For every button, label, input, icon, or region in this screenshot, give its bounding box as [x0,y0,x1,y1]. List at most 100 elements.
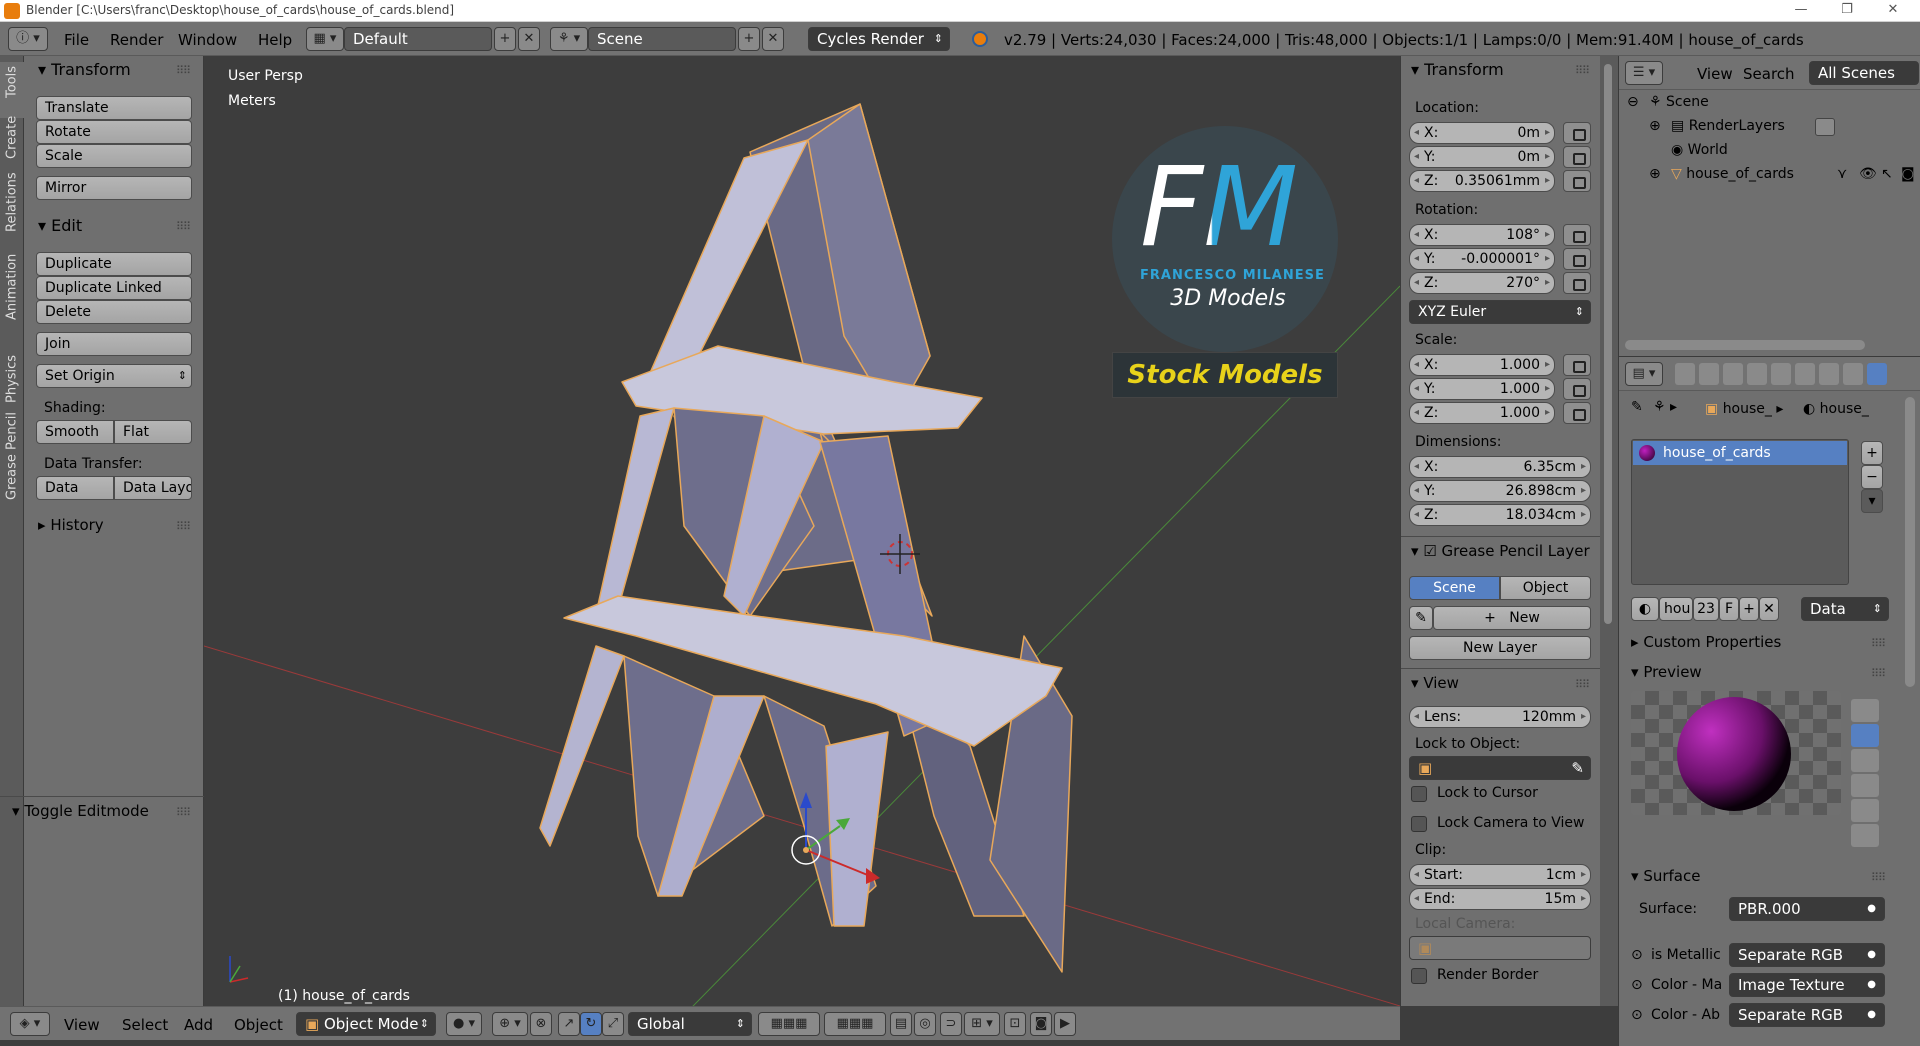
material-slot-item[interactable]: house_of_cards [1633,441,1847,465]
outliner-horizontal-scrollbar[interactable] [1625,340,1865,350]
lock-icon[interactable] [1563,146,1591,168]
set-origin-select[interactable]: Set Origin ⇕ [36,364,192,388]
screen-layout-icon[interactable]: ▦ ▾ [306,27,344,51]
rotate-button[interactable]: Rotate [36,120,192,144]
preview-cube-icon[interactable] [1851,749,1879,772]
renderlayers-tree-item[interactable]: ▤ RenderLayers [1671,118,1785,134]
preview-sphere-icon[interactable] [1851,724,1879,747]
lock-icon[interactable] [1563,224,1591,246]
lock-icon[interactable] [1563,272,1591,294]
opengl-render-animation-icon[interactable]: ▶ [1054,1012,1076,1036]
material-link-select[interactable]: Data ⇕ [1801,597,1889,621]
translate-button[interactable]: Translate [36,96,192,120]
editor-type-info-icon[interactable]: ⓘ ▾ [8,27,48,51]
custom-properties-header[interactable]: ▸ Custom Properties [1631,633,1781,651]
history-panel-header[interactable]: ▸ History [38,516,104,534]
lock-icon[interactable] [1563,354,1591,376]
tab-grease-pencil[interactable]: Grease Pencil [0,412,24,552]
input-metallic-select[interactable]: Separate RGB ● [1729,943,1885,967]
scale-y-field[interactable]: ◂ Y: 1.000 ▸ [1409,378,1555,400]
render-border-checkbox[interactable] [1411,968,1427,984]
transform-orientation-select[interactable]: Global ⇕ [628,1012,752,1036]
preview-hair-icon[interactable] [1851,799,1879,822]
object-tab-icon[interactable] [1771,363,1791,385]
scale-button[interactable]: Scale [36,144,192,168]
menu-file[interactable]: File [64,31,89,49]
dimensions-y-field[interactable]: ◂ Y: 26.898cm ▸ [1409,480,1591,502]
lock-to-object-field[interactable]: ▣ ✎ [1409,756,1591,780]
outliner-menu-search[interactable]: Search [1743,65,1795,83]
grease-pencil-layer-header[interactable]: ▾ ☑ Grease Pencil Layer [1411,542,1590,560]
preview-flat-icon[interactable] [1851,699,1879,722]
scene-field[interactable]: Scene [588,27,736,51]
menu-render[interactable]: Render [110,31,163,49]
view-panel-header[interactable]: ▾ View [1411,674,1459,692]
gp-object-button[interactable]: Object [1500,576,1591,600]
snap-toggle-icon[interactable]: ⊃ [940,1012,962,1036]
toggle-editmode-header[interactable]: ▾ Toggle Editmode [12,802,149,820]
dimensions-z-field[interactable]: ◂ Z: 18.034cm ▸ [1409,504,1591,526]
panel-grip-icon[interactable]: ⠿⠿ [1575,64,1590,77]
constraints-tab-icon[interactable] [1795,363,1815,385]
selectability-cursor-icon[interactable]: ↖ [1881,166,1893,182]
mirror-button[interactable]: Mirror [36,176,192,200]
transform-panel-header[interactable]: ▾ Transform [38,60,131,79]
input-color-ma-select[interactable]: Image Texture ● [1729,973,1885,997]
3d-viewport[interactable]: User Persp Meters FM FRANCESCO MILANESE … [204,56,1400,1006]
expand-icon[interactable]: ⊕ [1649,118,1661,134]
modifier-icon[interactable]: ⋎ [1837,166,1847,182]
scale-manipulator-icon[interactable]: ⤢ [602,1012,624,1036]
delete-button[interactable]: Delete [36,300,192,324]
remove-layout-icon[interactable]: ✕ [518,27,540,51]
remove-slot-button[interactable]: − [1861,465,1883,489]
lock-icon[interactable] [1563,248,1591,270]
translate-manipulator-icon[interactable]: ↗ [558,1012,580,1036]
close-button[interactable]: ✕ [1870,0,1916,22]
join-button[interactable]: Join [36,332,192,356]
add-scene-icon[interactable]: + [738,27,760,51]
pencil-icon[interactable]: ✎ [1409,606,1433,630]
tab-animation[interactable]: Animation [0,254,24,358]
panel-grip-icon[interactable]: ⠿⠿ [1871,667,1886,680]
lock-icon[interactable] [1563,122,1591,144]
viewport-shading-icon[interactable]: ● ▾ [446,1012,482,1036]
lock-icon[interactable] [1563,378,1591,400]
remove-scene-icon[interactable]: ✕ [762,27,784,51]
menu-select[interactable]: Select [122,1016,168,1034]
render-layers-tab-icon[interactable] [1699,363,1719,385]
manipulator-toggle-icon[interactable]: ⊗ [530,1012,552,1036]
input-socket-icon[interactable]: ⊙ [1631,947,1643,963]
render-tab-icon[interactable] [1675,363,1695,385]
scene-icon[interactable]: ⚘ ▾ [550,27,588,51]
render-layer-toggle-icon[interactable] [1815,118,1835,136]
render-camera-icon[interactable]: ◙ [1901,166,1915,182]
data-transfer-button[interactable]: Data [36,476,114,500]
menu-help[interactable]: Help [258,31,292,49]
breadcrumb-material[interactable]: ◐ house_ [1803,401,1869,417]
user-count-button[interactable]: 23 [1693,597,1719,621]
outliner-menu-view[interactable]: View [1697,65,1733,83]
clip-end-field[interactable]: ◂ End: 15m ▸ [1409,888,1591,910]
menu-window[interactable]: Window [178,31,237,49]
gp-new-layer-button[interactable]: New Layer [1409,636,1591,660]
material-name-field[interactable]: hou [1659,597,1693,621]
add-layout-icon[interactable]: + [494,27,516,51]
data-tab-icon[interactable] [1843,363,1863,385]
add-slot-button[interactable]: + [1861,441,1883,465]
house-of-cards-tree-item[interactable]: ▽ house_of_cards [1671,166,1794,182]
panel-grip-icon[interactable]: ⠿⠿ [176,520,191,533]
visibility-eye-icon[interactable]: 👁 [1859,166,1877,182]
rotation-y-field[interactable]: ◂ Y: -0.000001° ▸ [1409,248,1555,270]
slot-specials-button[interactable]: ▾ [1861,489,1883,513]
screen-layout-field[interactable]: Default [344,27,492,51]
menu-view[interactable]: View [64,1016,100,1034]
location-x-field[interactable]: ◂ X: 0m ▸ [1409,122,1555,144]
scene-layers-icon[interactable]: ▦▦▦ [824,1012,886,1036]
snap-target-icon[interactable]: ⊡ [1004,1012,1026,1036]
preview-monkey-icon[interactable] [1851,774,1879,797]
panel-grip-icon[interactable]: ⠿⠿ [1871,637,1886,650]
scale-x-field[interactable]: ◂ X: 1.000 ▸ [1409,354,1555,376]
lock-to-cursor-checkbox[interactable] [1411,786,1427,802]
pin-icon[interactable]: ✎ [1631,399,1643,415]
panel-grip-icon[interactable]: ⠿⠿ [176,220,191,233]
